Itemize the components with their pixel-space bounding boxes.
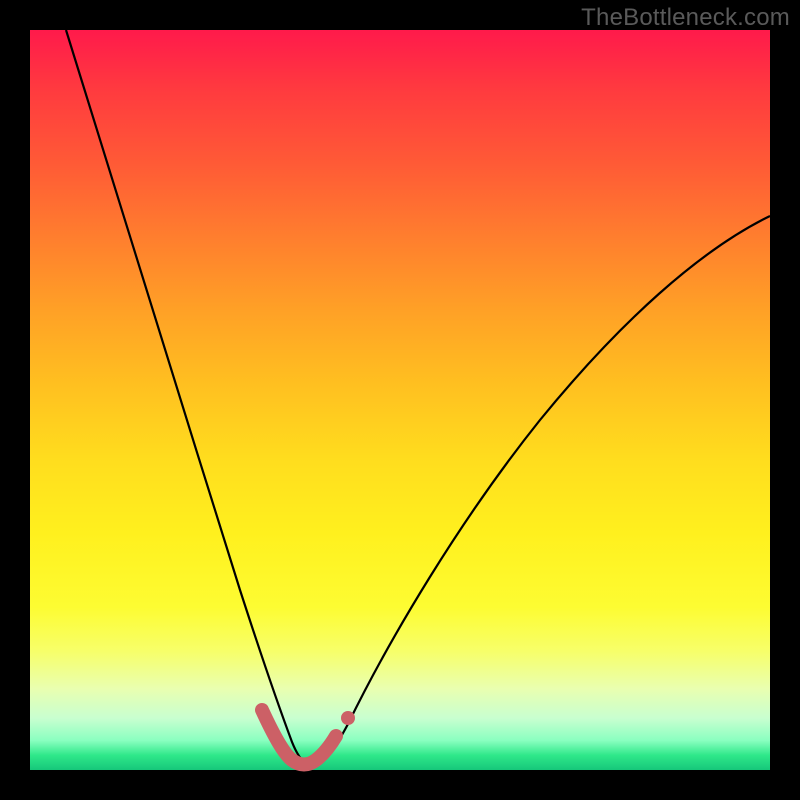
bottleneck-curve	[66, 30, 770, 766]
watermark-text: TheBottleneck.com	[581, 4, 790, 32]
plot-area	[30, 30, 770, 770]
curve-layer	[30, 30, 770, 770]
valley-end-dot	[341, 711, 355, 725]
valley-highlight	[262, 710, 336, 765]
chart-frame: TheBottleneck.com	[0, 0, 800, 800]
